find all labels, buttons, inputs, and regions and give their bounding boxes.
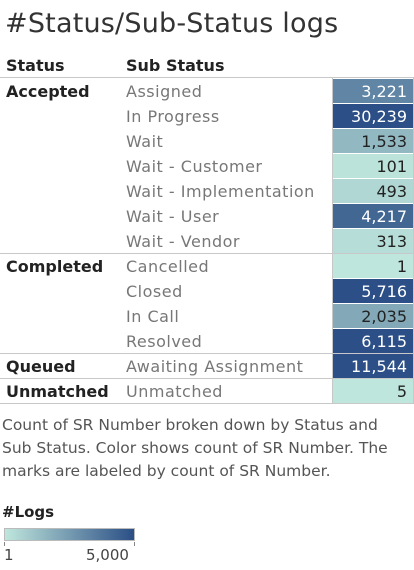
value-label: 6,115 (361, 332, 407, 351)
table-row: Wait - User 4,217 (0, 204, 414, 229)
sub-status-label: Wait - User (126, 207, 220, 226)
legend-max-label: 5,000 (86, 546, 129, 564)
legend-min-label: 1 (4, 546, 14, 564)
value-label: 30,239 (351, 107, 407, 126)
table-row: In Progress 30,239 (0, 104, 414, 129)
sub-status-label: In Call (126, 307, 180, 326)
sub-status-label: Assigned (126, 82, 203, 101)
table-row: Wait 1,533 (0, 129, 414, 154)
table-row: Wait - Customer 101 (0, 154, 414, 179)
sub-status-label: Resolved (126, 332, 203, 351)
table-row: In Call 2,035 (0, 304, 414, 329)
value-cell: 493 (333, 179, 413, 203)
table-top-line (0, 77, 414, 78)
sub-status-label: Wait - Customer (126, 157, 263, 176)
value-label: 4,217 (361, 207, 407, 226)
table-row: Completed Cancelled 1 (0, 254, 414, 279)
value-label: 101 (376, 157, 407, 176)
value-cell: 4,217 (333, 204, 413, 228)
sub-status-label: Wait - Vendor (126, 232, 240, 251)
value-label: 313 (376, 232, 407, 251)
value-cell: 30,239 (333, 104, 413, 128)
table-row: Wait - Vendor 313 (0, 229, 414, 254)
status-label: Queued (6, 357, 76, 376)
value-cell: 2,035 (333, 304, 413, 328)
value-cell: 5 (333, 379, 413, 403)
value-cell: 1 (333, 254, 413, 278)
sub-status-label: Wait (126, 132, 164, 151)
chart-title: #Status/Sub-Status logs (5, 8, 339, 39)
value-label: 493 (376, 182, 407, 201)
table-row: Accepted Assigned 3,221 (0, 79, 414, 104)
sub-status-label: Awaiting Assignment (126, 357, 304, 376)
table-row: Wait - Implementation 493 (0, 179, 414, 204)
table-row: Resolved 6,115 (0, 329, 414, 354)
sub-status-label: Cancelled (126, 257, 210, 276)
table-row: Closed 5,716 (0, 279, 414, 304)
legend-title: #Logs (2, 503, 55, 521)
value-label: 5 (396, 382, 407, 401)
value-cell: 11,544 (333, 354, 413, 378)
value-cell: 5,716 (333, 279, 413, 303)
table-bottom-line (0, 403, 414, 404)
status-label: Completed (6, 257, 104, 276)
status-label: Accepted (6, 82, 90, 101)
value-cell: 101 (333, 154, 413, 178)
value-label: 5,716 (361, 282, 407, 301)
value-label: 2,035 (361, 307, 407, 326)
sub-status-label: Wait - Implementation (126, 182, 315, 201)
legend-color-bar (4, 528, 135, 541)
table-row: Unmatched Unmatched 5 (0, 379, 414, 404)
value-cell: 6,115 (333, 329, 413, 353)
value-label: 11,544 (351, 357, 407, 376)
value-cell: 1,533 (333, 129, 413, 153)
column-divider (332, 77, 333, 403)
legend-tick-max (134, 542, 135, 546)
chart-caption: Count of SR Number broken down by Status… (2, 416, 388, 480)
column-header-status: Status (6, 56, 65, 75)
column-header-sub-status: Sub Status (126, 56, 225, 75)
table-row: Queued Awaiting Assignment 11,544 (0, 354, 414, 379)
sub-status-label: In Progress (126, 107, 220, 126)
value-cell: 313 (333, 229, 413, 253)
sub-status-label: Closed (126, 282, 183, 301)
value-label: 1,533 (361, 132, 407, 151)
sub-status-label: Unmatched (126, 382, 223, 401)
status-label: Unmatched (6, 382, 109, 401)
value-label: 1 (396, 257, 407, 276)
value-label: 3,221 (361, 82, 407, 101)
value-cell: 3,221 (333, 79, 413, 103)
